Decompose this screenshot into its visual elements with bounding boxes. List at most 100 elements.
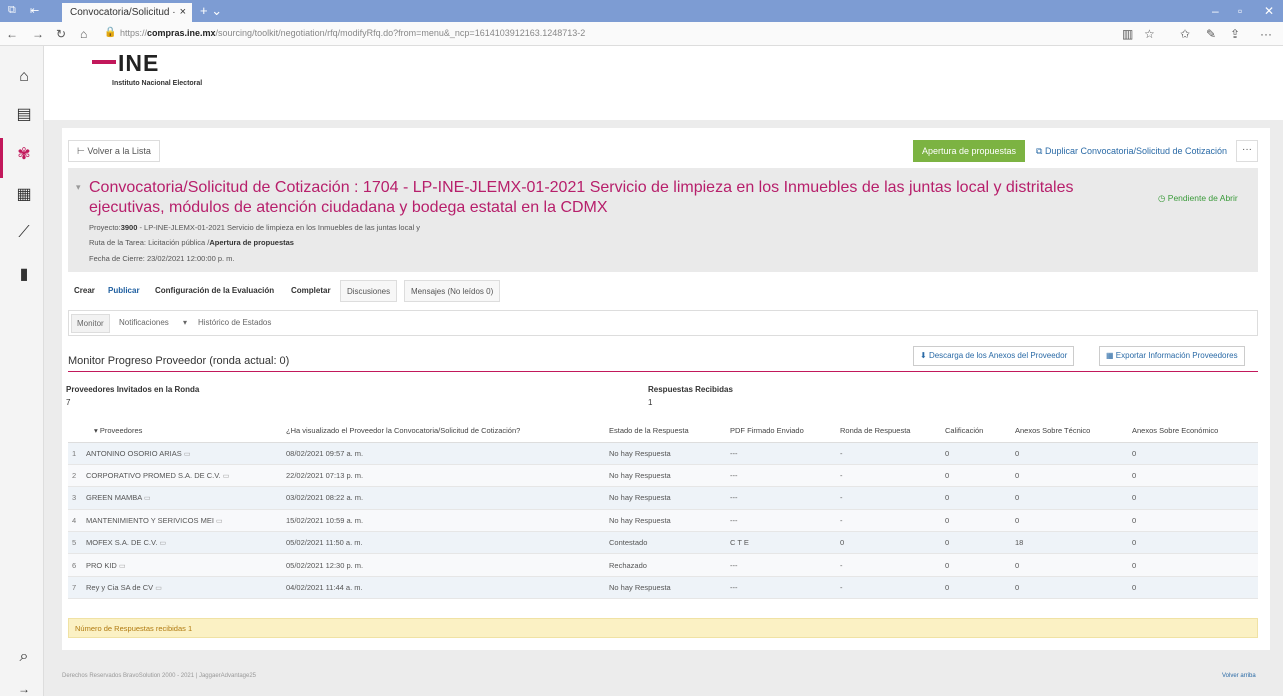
back-tab-icon[interactable]: ⇤ — [30, 4, 39, 17]
download-icon: ⬇ — [920, 351, 929, 360]
supplier-cell[interactable]: 3 GREEN MAMBA ▭ — [68, 486, 282, 510]
close-tab-icon[interactable]: × — [180, 6, 186, 18]
chart-icon[interactable]: ⟋ — [14, 224, 34, 242]
forward-icon[interactable]: → — [32, 27, 44, 41]
col-ronda[interactable]: Ronda de Respuesta — [836, 420, 941, 443]
col-calificacion[interactable]: Calificación — [941, 420, 1011, 443]
tab-title: Convocatoria/Solicitud · — [70, 7, 176, 18]
pen-icon[interactable]: ✎ — [1206, 27, 1216, 41]
state-cell: No hay Respuesta — [605, 464, 726, 488]
buildings-icon[interactable]: ▦ — [14, 184, 34, 204]
more-actions-button[interactable]: ··· — [1236, 140, 1258, 162]
maximize-icon[interactable]: ▫ — [1238, 4, 1242, 18]
doc-icon[interactable]: ▭ — [119, 563, 126, 570]
col-anexos-tecnico[interactable]: Anexos Sobre Técnico — [1011, 420, 1128, 443]
favorite-icon[interactable]: ☆ — [1144, 27, 1155, 41]
back-icon[interactable]: ← — [6, 27, 18, 41]
new-tab-icon[interactable]: + ⌄ — [200, 3, 222, 19]
project-info: Proyecto:3900 - LP-INE-JLEMX-01-2021 Ser… — [89, 223, 421, 232]
doc-icon[interactable]: ▭ — [160, 540, 167, 547]
tab-configuracion[interactable]: Configuración de la Evaluación — [155, 280, 274, 302]
viewed-cell: 05/02/2021 11:50 a. m. — [282, 531, 605, 555]
viewed-cell: 15/02/2021 10:59 a. m. — [282, 509, 605, 533]
home-nav-icon[interactable]: ⌂ — [14, 68, 34, 86]
supplier-cell[interactable]: 7 Rey y Cia SA de CV ▭ — [68, 576, 282, 600]
responses-count-bar: Número de Respuestas recibidas 1 — [68, 618, 1258, 638]
left-rail: ⌂ ▤ ✾ ▦ ⟋ ▮ ⌕ → — [0, 46, 44, 696]
tab-discusiones[interactable]: Discusiones — [340, 280, 398, 302]
supplier-cell[interactable]: 6 PRO KID ▭ — [68, 553, 282, 577]
back-to-list-button[interactable]: ⊢ Volver a la Lista — [68, 140, 160, 162]
tab-mensajes[interactable]: Mensajes (No leídos 0) — [404, 280, 501, 302]
back-to-top-link[interactable]: Volver arriba — [1222, 673, 1256, 679]
home-icon[interactable]: ⌂ — [80, 27, 87, 41]
pdf-cell: --- — [726, 509, 836, 533]
col-anexos-economico[interactable]: Anexos Sobre Económico — [1128, 420, 1258, 443]
tab-publicar[interactable]: Publicar — [108, 280, 140, 302]
tab-actions-icon[interactable]: ⧉ — [8, 4, 16, 17]
doc-icon[interactable]: ▭ — [216, 518, 223, 525]
col-visualizado[interactable]: ¿Ha visualizado el Proveedor la Convocat… — [282, 420, 605, 443]
doc-icon[interactable]: ▭ — [184, 451, 191, 458]
doc-icon[interactable]: ▭ — [155, 585, 162, 592]
supplier-cell[interactable]: 1 ANTONINO OSORIO ARIAS ▭ — [68, 442, 282, 465]
supplier-cell[interactable]: 5 MOFEX S.A. DE C.V. ▭ — [68, 531, 282, 555]
score-cell: 0 — [941, 576, 1011, 600]
clock-icon: ◷ — [1158, 193, 1168, 203]
state-cell: Contestado — [605, 531, 726, 555]
state-cell: No hay Respuesta — [605, 442, 726, 465]
collapse-icon[interactable]: ▾ — [76, 182, 81, 193]
dropdown-icon[interactable]: ▾ — [183, 318, 187, 327]
invited-value: 7 — [66, 398, 71, 407]
table-row: 4 MANTENIMIENTO Y SERIVICOS MEI ▭ 15/02/2… — [68, 509, 1258, 533]
browser-tab[interactable]: Convocatoria/Solicitud · × — [62, 3, 192, 22]
status-badge: ◷ Pendiente de Abrir — [1158, 193, 1238, 203]
favorites-icon[interactable]: ✩ — [1180, 27, 1190, 41]
pdf-cell: C T E — [726, 531, 836, 555]
back-arrow-icon: ⊢ — [77, 146, 88, 156]
share-icon[interactable]: ⇪ — [1230, 27, 1240, 41]
score-cell: 0 — [941, 531, 1011, 555]
dashboard-icon[interactable]: ▤ — [14, 104, 34, 124]
tab-crear[interactable]: Crear — [74, 280, 95, 302]
pdf-cell: --- — [726, 486, 836, 510]
minimize-icon[interactable]: – — [1212, 4, 1219, 18]
download-annexes-button[interactable]: ⬇ Descarga de los Anexos del Proveedor — [913, 346, 1075, 366]
more-icon[interactable]: ··· — [1260, 27, 1272, 41]
supplier-cell[interactable]: 2 CORPORATIVO PROMED S.A. DE C.V. ▭ — [68, 464, 282, 488]
technical-cell: 0 — [1011, 442, 1128, 465]
logo-subtitle: Instituto Nacional Electoral — [112, 80, 203, 87]
export-button[interactable]: ▦ Exportar Información Proveedores — [1099, 346, 1245, 366]
technical-cell: 18 — [1011, 531, 1128, 555]
documents-icon[interactable]: ▮ — [14, 264, 34, 284]
close-window-icon[interactable]: ✕ — [1264, 4, 1274, 18]
refresh-icon[interactable]: ↻ — [56, 27, 66, 41]
subnav-notificaciones[interactable]: Notificaciones — [119, 318, 169, 327]
state-cell: Rechazado — [605, 553, 726, 577]
tab-completar[interactable]: Completar — [291, 280, 331, 302]
round-cell: - — [836, 464, 941, 488]
search-icon[interactable]: ⌕ — [14, 648, 34, 666]
supplier-cell[interactable]: 4 MANTENIMIENTO Y SERIVICOS MEI ▭ — [68, 509, 282, 533]
reading-view-icon[interactable]: ▥ — [1122, 27, 1133, 41]
route-info: Ruta de la Tarea: Licitación pública /Ap… — [89, 238, 294, 247]
col-pdf[interactable]: PDF Firmado Enviado — [726, 420, 836, 443]
table-row: 6 PRO KID ▭ 05/02/2021 12:30 p. m. Rechaz… — [68, 553, 1258, 577]
subnav-historico[interactable]: Histórico de Estados — [198, 318, 271, 327]
open-proposals-button[interactable]: Apertura de propuestas — [913, 140, 1025, 162]
doc-icon[interactable]: ▭ — [144, 495, 151, 502]
close-date: Fecha de Cierre: 23/02/2021 12:00:00 p. … — [89, 254, 235, 263]
duplicate-link[interactable]: ⧉ Duplicar Convocatoria/Solicitud de Cot… — [1036, 146, 1227, 157]
doc-icon[interactable]: ▭ — [223, 473, 230, 480]
col-estado[interactable]: Estado de la Respuesta — [605, 420, 726, 443]
col-proveedores[interactable]: ▾ Proveedores — [68, 420, 282, 443]
handshake-icon[interactable]: ✾ — [14, 144, 34, 164]
pdf-cell: --- — [726, 576, 836, 600]
score-cell: 0 — [941, 553, 1011, 577]
url-field[interactable]: https://compras.ine.mx/sourcing/toolkit/… — [120, 28, 585, 38]
economic-cell: 0 — [1128, 464, 1258, 488]
viewed-cell: 05/02/2021 12:30 p. m. — [282, 553, 605, 577]
table-row: 3 GREEN MAMBA ▭ 03/02/2021 08:22 a. m. No… — [68, 486, 1258, 510]
subnav-monitor[interactable]: Monitor — [71, 314, 110, 333]
logout-icon[interactable]: → — [14, 682, 34, 696]
